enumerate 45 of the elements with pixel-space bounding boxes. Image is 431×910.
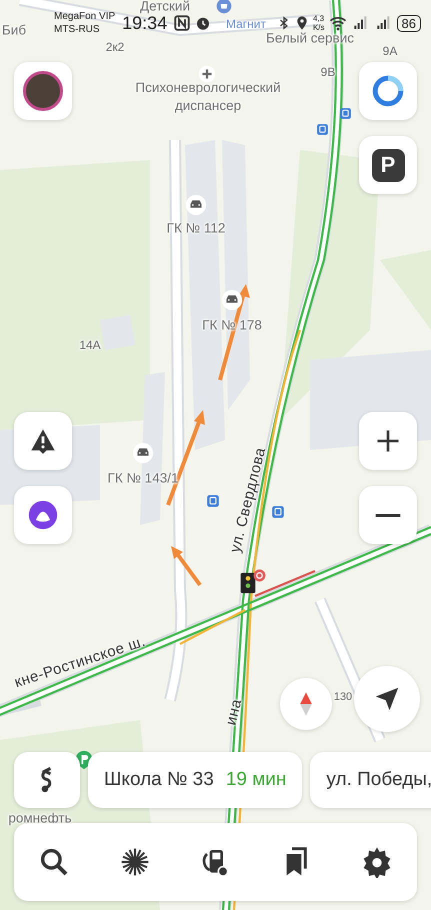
voice-assistant-button[interactable] (14, 486, 72, 544)
camera-icon (252, 568, 266, 582)
starburst-icon (118, 846, 151, 878)
place-label: Детский (140, 0, 190, 14)
zoom-in-button[interactable] (359, 412, 417, 470)
medical-cross-icon (198, 65, 216, 83)
house-number: 14А (79, 338, 101, 352)
battery-level: 86 (396, 14, 421, 32)
nfc-icon (173, 14, 192, 32)
place-label: ромнефть (8, 810, 72, 826)
bus-stop-icon (271, 505, 285, 519)
assistant-icon (26, 498, 60, 532)
road-alert-button[interactable] (14, 412, 72, 470)
car-icon (132, 442, 154, 464)
routes-button[interactable] (14, 752, 80, 808)
clock-time: 19:34 (122, 12, 168, 34)
network-speed: 4,3 (312, 14, 325, 23)
settings-icon (360, 846, 393, 878)
wifi-icon (328, 14, 348, 32)
parking-button[interactable]: P (359, 136, 417, 194)
place-label: Биб (2, 22, 26, 38)
bus-stop-icon (206, 494, 220, 508)
house-number: 2к2 (106, 40, 124, 54)
house-number: 130 (334, 691, 352, 703)
place-label: ГК № 112 (166, 220, 226, 236)
minus-icon (375, 514, 401, 516)
assistant-button[interactable] (359, 62, 417, 120)
shop-pin-icon (216, 0, 232, 14)
carrier-name: MegaFon VIP (54, 10, 116, 23)
profile-button[interactable] (14, 62, 72, 120)
shop-label: Магнит (226, 17, 266, 31)
lane-arrow (171, 546, 202, 586)
ring-icon (371, 74, 405, 108)
carrier-name: MTS-RUS (54, 23, 101, 36)
route-chip[interactable]: ул. Победы, (310, 752, 431, 808)
route-chip[interactable]: Школа № 33 19 мин (88, 752, 302, 808)
avatar-icon (23, 71, 63, 111)
warning-icon (29, 427, 57, 455)
place-label: Психоневрологический диспансер (134, 79, 282, 115)
house-number: 9А (382, 44, 398, 58)
zoom-out-button[interactable] (359, 486, 417, 544)
car-icon (221, 289, 243, 311)
speed-unit: K/s (312, 23, 325, 32)
street-name: ина (222, 697, 246, 727)
car-icon (185, 194, 207, 216)
